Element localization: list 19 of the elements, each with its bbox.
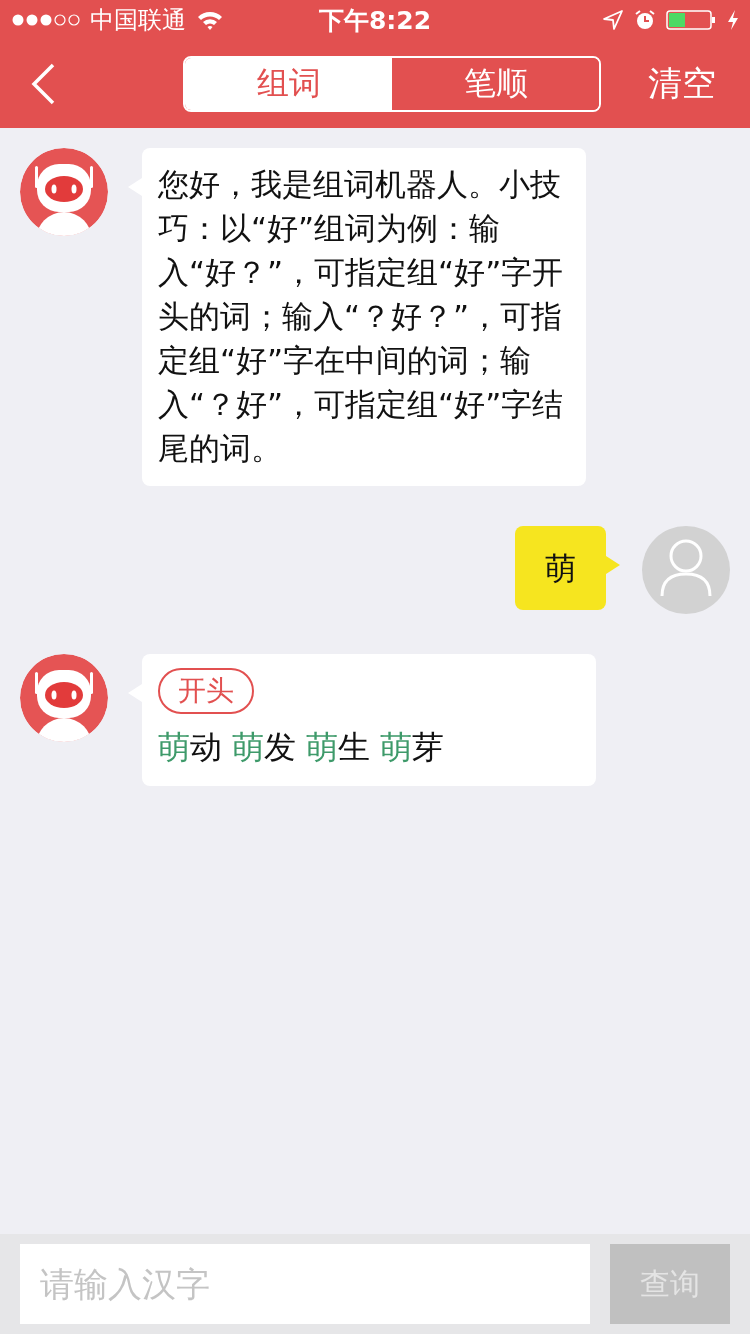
- charging-icon: [726, 9, 740, 31]
- clear-button[interactable]: 清空: [648, 61, 716, 107]
- alarm-icon: [634, 9, 656, 31]
- category-tag: 开头: [158, 668, 254, 714]
- result-word[interactable]: 萌发: [232, 726, 296, 770]
- back-chevron-icon: [30, 63, 56, 105]
- location-arrow-icon: [602, 9, 624, 31]
- signal-icon: [12, 13, 80, 27]
- battery-icon: [666, 9, 716, 31]
- result-word[interactable]: 萌动: [158, 726, 222, 770]
- result-word[interactable]: 萌生: [306, 726, 370, 770]
- carrier-name: 中国联通: [90, 5, 186, 36]
- status-time: 下午8:22: [318, 4, 432, 37]
- back-button[interactable]: [30, 63, 56, 105]
- wifi-icon: [196, 9, 224, 31]
- message-text: 您好，我是组词机器人。小技巧：以“好”组词为例：输入“好？”，可指定组“好”字开头的词；输入“？好？”，可指定组“好”字在中间的词；输入“？好”，可指定组“好”字结尾的词。: [158, 165, 565, 468]
- segment-tab[interactable]: 组词: [185, 58, 392, 110]
- result-word[interactable]: 萌芽: [380, 726, 444, 770]
- message-text: 萌: [545, 549, 576, 588]
